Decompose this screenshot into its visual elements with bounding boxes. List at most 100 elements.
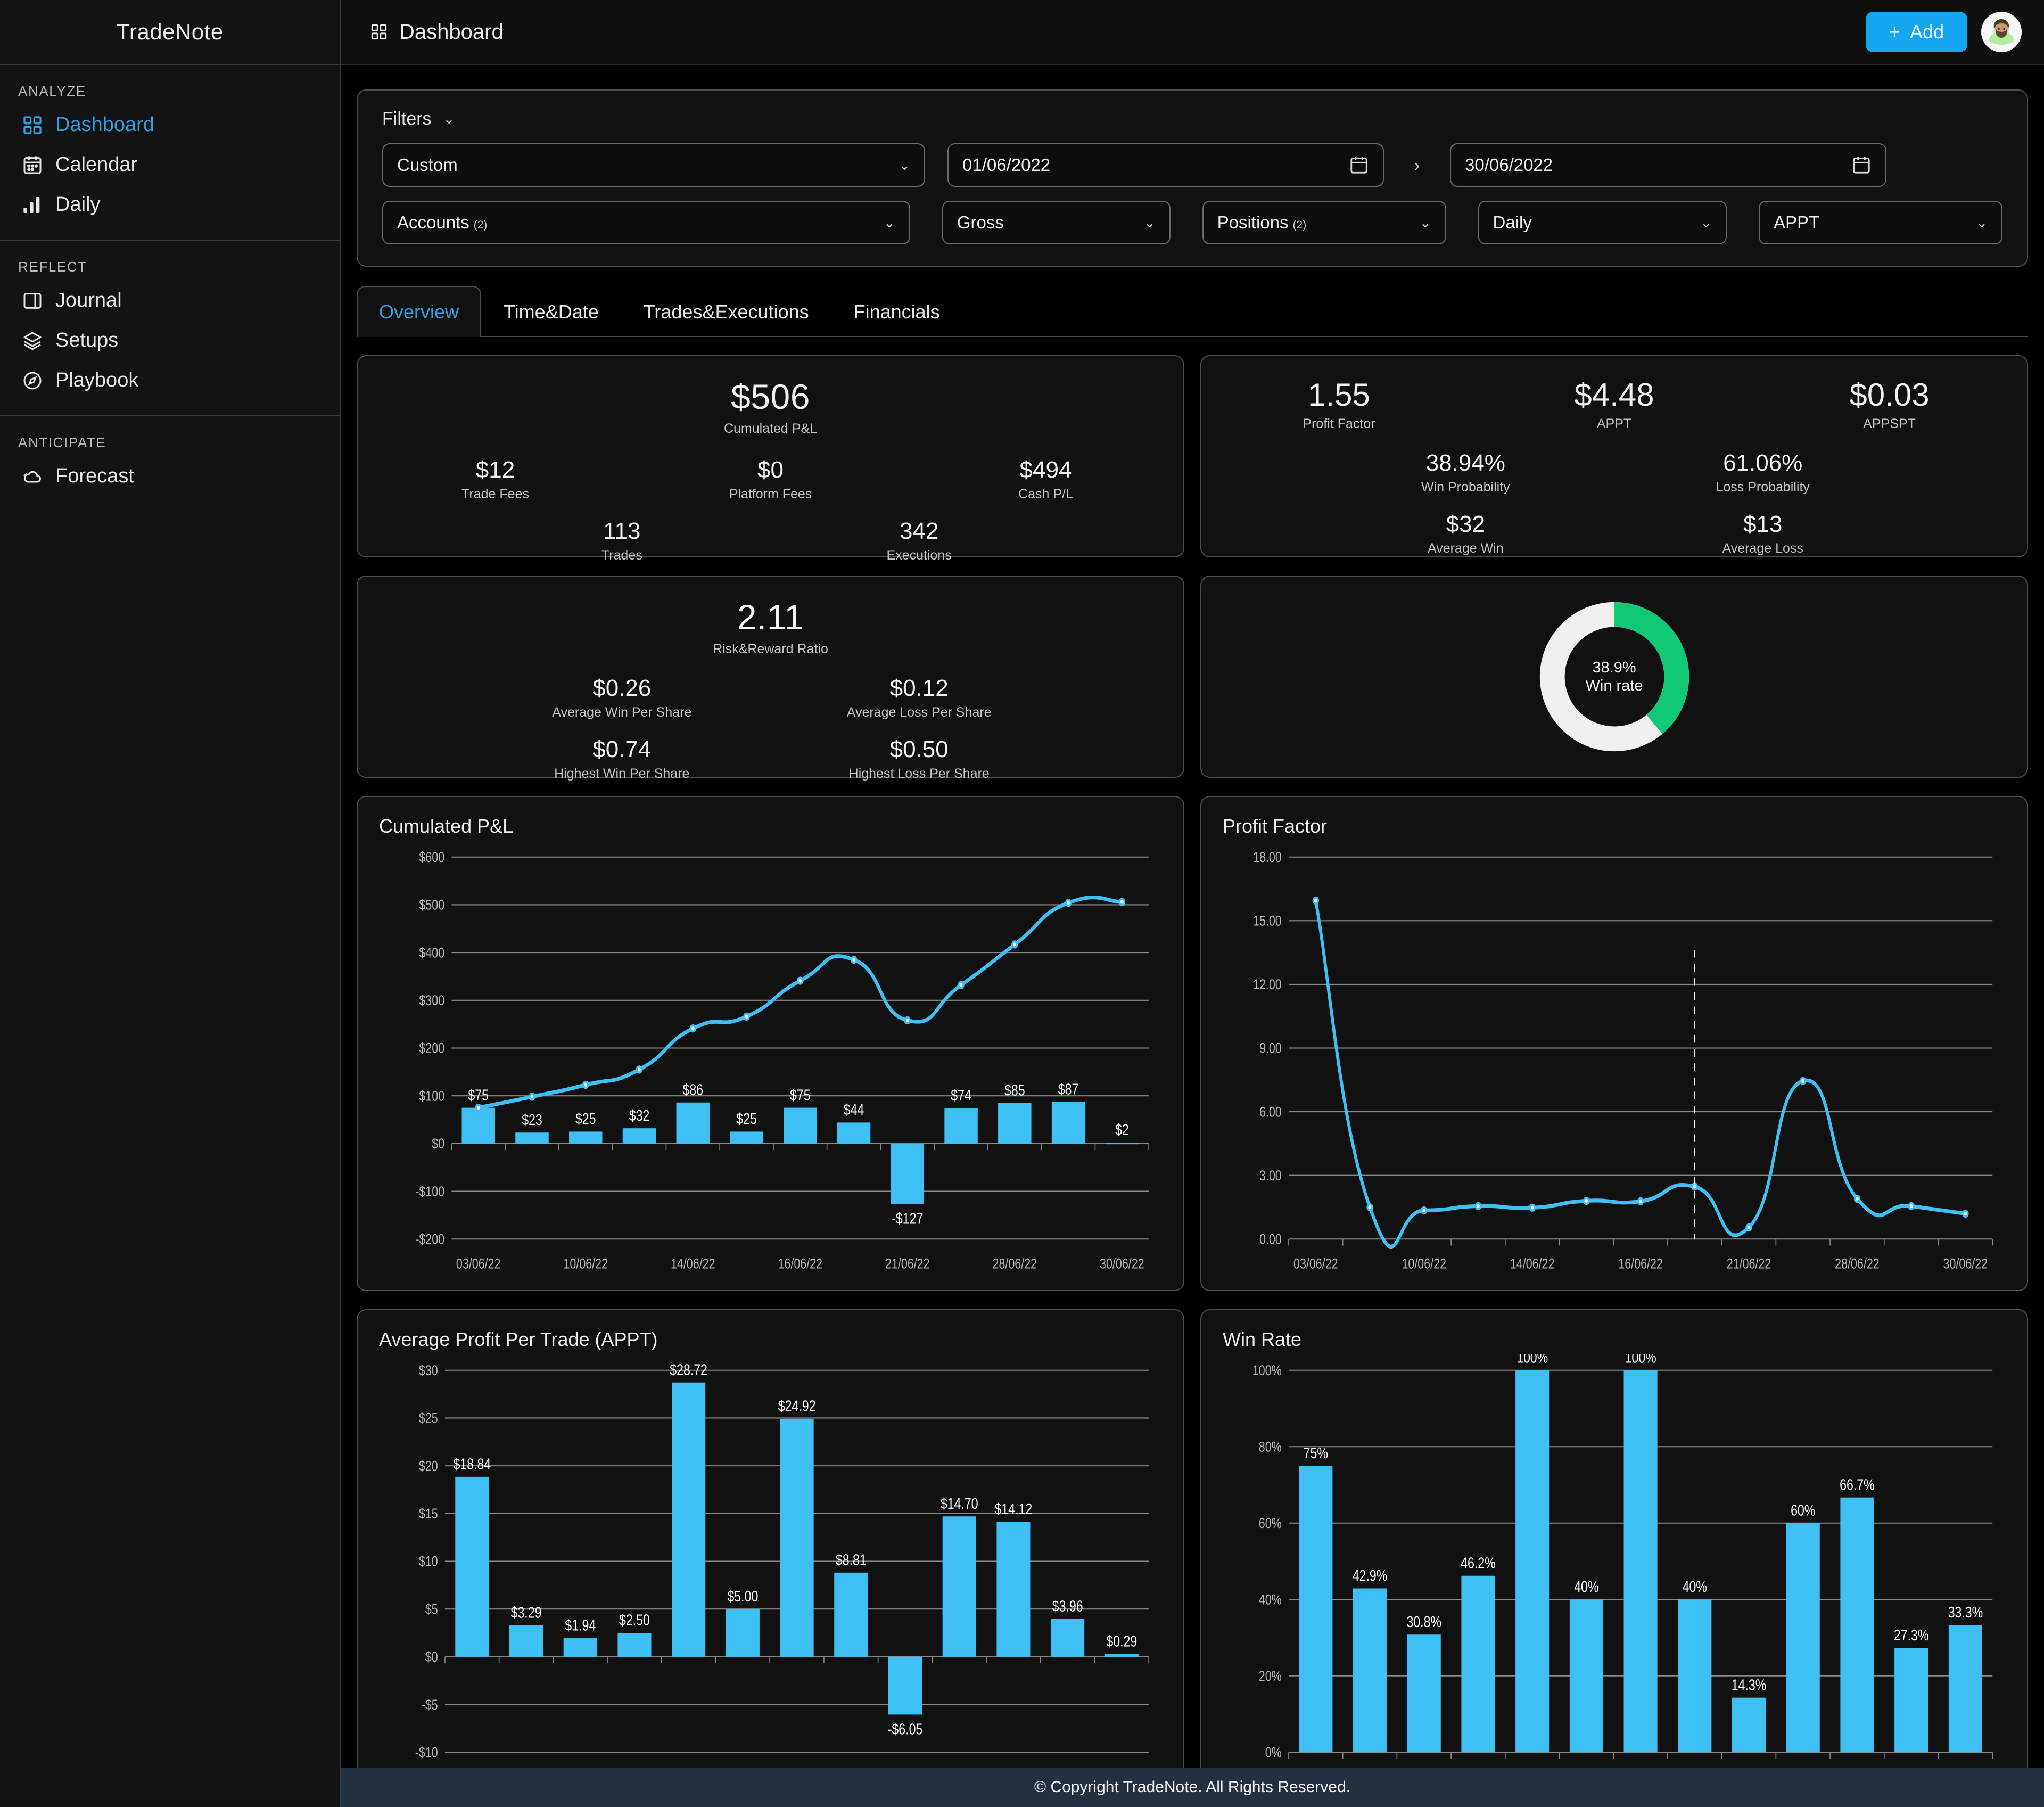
loss-probability-stat: 61.06% Loss Probability — [1614, 450, 1911, 495]
appspt-value: $0.03 — [1752, 376, 2027, 413]
footer-text: © Copyright TradeNote. All Rights Reserv… — [1034, 1778, 1350, 1796]
svg-text:14/06/22: 14/06/22 — [1510, 1256, 1555, 1272]
metric-select[interactable]: APPT ⌄ — [1759, 201, 2002, 244]
date-to-input[interactable]: 30/06/2022 — [1450, 143, 1886, 187]
trades-label: Trades — [473, 548, 770, 563]
svg-text:$32: $32 — [629, 1106, 650, 1124]
chart-plot-area[interactable]: 0%20%40%60%80%100%75%42.9%30.8%46.2%100%… — [1223, 1354, 2006, 1768]
brand-title: TradeNote — [0, 0, 340, 65]
bar-chart-icon — [21, 194, 44, 216]
tab-financials[interactable]: Financials — [831, 286, 962, 337]
svg-text:$86: $86 — [682, 1081, 703, 1098]
svg-text:$14.12: $14.12 — [995, 1500, 1033, 1518]
svg-text:40%: 40% — [1574, 1578, 1598, 1595]
page-title: Dashboard — [369, 20, 504, 44]
svg-text:46.2%: 46.2% — [1461, 1554, 1496, 1572]
executions-stat: 342 Executions — [771, 518, 1068, 563]
avg-loss-per-share-value: $0.12 — [771, 675, 1068, 702]
svg-text:$300: $300 — [419, 993, 444, 1009]
avg-row: $32 Average Win $13 Average Loss — [1201, 511, 2027, 556]
appspt-label: APPSPT — [1752, 416, 2027, 432]
stats-row-1: $506 Cumulated P&L $12 Trade Fees $0 Pla… — [357, 355, 2028, 557]
sidebar-item-forecast[interactable]: Forecast — [0, 456, 340, 496]
svg-text:14.3%: 14.3% — [1732, 1676, 1767, 1694]
svg-text:$15: $15 — [419, 1506, 438, 1522]
chevron-down-icon: ⌄ — [1144, 215, 1156, 231]
svg-text:-$6.05: -$6.05 — [888, 1720, 923, 1738]
nav-group-reflect: REFLECT Journal Setups — [0, 241, 340, 416]
filters-row-1: Custom ⌄ 01/06/2022 › 30/06/2022 — [382, 143, 2002, 187]
accounts-select[interactable]: Accounts (2) ⌄ — [382, 201, 910, 244]
avg-loss-per-share-stat: $0.12 Average Loss Per Share — [771, 675, 1068, 720]
svg-text:$25: $25 — [736, 1110, 757, 1128]
svg-text:42.9%: 42.9% — [1353, 1567, 1388, 1584]
avg-win-per-share-value: $0.26 — [473, 675, 770, 702]
svg-text:3.00: 3.00 — [1259, 1168, 1282, 1184]
tab-overview[interactable]: Overview — [357, 286, 481, 337]
svg-text:$400: $400 — [419, 945, 444, 961]
filters-panel: Filters ⌄ Custom ⌄ 01/06/2022 — [357, 89, 2028, 267]
svg-text:28/06/22: 28/06/22 — [1835, 1256, 1880, 1272]
sidebar-item-dashboard[interactable]: Dashboard — [0, 105, 340, 145]
win-probability-stat: 38.94% Win Probability — [1317, 450, 1614, 495]
svg-text:12.00: 12.00 — [1253, 977, 1282, 993]
date-preset-value: Custom — [397, 155, 458, 175]
grouping-select[interactable]: Daily ⌄ — [1478, 201, 1727, 244]
calendar-icon[interactable] — [1349, 155, 1369, 175]
loss-probability-label: Loss Probability — [1614, 480, 1911, 495]
positions-select[interactable]: Positions (2) ⌄ — [1202, 201, 1446, 244]
appt-value: $4.48 — [1477, 376, 1752, 413]
svg-text:$0: $0 — [432, 1136, 444, 1152]
sidebar-item-setups[interactable]: Setups — [0, 321, 340, 360]
svg-text:03/06/22: 03/06/22 — [456, 1256, 501, 1272]
svg-text:$5: $5 — [425, 1601, 438, 1617]
sidebar-item-journal[interactable]: Journal — [0, 281, 340, 321]
appt-stat: $4.48 APPT — [1477, 376, 1752, 432]
average-win-label: Average Win — [1317, 541, 1614, 556]
pnl-fees-row: $12 Trade Fees $0 Platform Fees $494 Cas… — [358, 457, 1183, 502]
avatar[interactable] — [1981, 12, 2022, 52]
chart-plot-area[interactable]: -$10-$5$0$5$10$15$20$25$30$18.84$3.29$1.… — [379, 1354, 1162, 1768]
filters-toggle[interactable]: Filters ⌄ — [382, 109, 2002, 129]
tab-trades-executions[interactable]: Trades&Executions — [621, 286, 831, 337]
sidebar-item-calendar[interactable]: Calendar — [0, 145, 340, 185]
gross-select[interactable]: Gross ⌄ — [942, 201, 1171, 244]
svg-text:-$127: -$127 — [892, 1210, 923, 1227]
svg-text:$24.92: $24.92 — [778, 1397, 816, 1415]
compass-icon — [21, 369, 44, 392]
svg-text:40%: 40% — [1259, 1592, 1282, 1608]
tab-time-date[interactable]: Time&Date — [481, 286, 621, 337]
add-button[interactable]: + Add — [1866, 12, 1967, 52]
svg-text:$200: $200 — [419, 1041, 444, 1057]
date-from-input[interactable]: 01/06/2022 — [947, 143, 1384, 187]
svg-text:$18.84: $18.84 — [453, 1455, 491, 1473]
chart-plot-area[interactable]: -$200-$100$0$100$200$300$400$500$600$75$… — [379, 841, 1162, 1277]
svg-text:10/06/22: 10/06/22 — [1402, 1256, 1446, 1272]
filters-row-2: Accounts (2) ⌄ Gross ⌄ Positions — [382, 201, 2002, 244]
nav-group-title: REFLECT — [0, 257, 340, 281]
plus-icon: + — [1889, 21, 1900, 43]
svg-text:-$200: -$200 — [415, 1231, 444, 1247]
cumulated-pnl-chart-card: Cumulated P&L -$200-$100$0$100$200$300$4… — [357, 796, 1184, 1291]
date-preset-select[interactable]: Custom ⌄ — [382, 143, 925, 187]
sidebar-item-label: Calendar — [55, 153, 137, 176]
nav-group-analyze: ANALYZE Dashboard Calendar — [0, 65, 340, 241]
svg-text:$0: $0 — [425, 1649, 438, 1665]
cumulated-pnl-card: $506 Cumulated P&L $12 Trade Fees $0 Pla… — [357, 355, 1184, 557]
svg-text:15.00: 15.00 — [1253, 913, 1282, 929]
risk-reward-main: 2.11 Risk&Reward Ratio — [358, 597, 1183, 657]
filters-label: Filters — [382, 109, 432, 129]
sidebar-item-playbook[interactable]: Playbook — [0, 360, 340, 400]
svg-text:$25: $25 — [419, 1411, 438, 1427]
svg-text:$44: $44 — [844, 1101, 864, 1119]
calendar-icon — [21, 154, 44, 176]
calendar-icon[interactable] — [1851, 155, 1872, 175]
svg-text:-$5: -$5 — [422, 1697, 438, 1713]
sidebar-item-daily[interactable]: Daily — [0, 185, 340, 225]
svg-text:33.3%: 33.3% — [1948, 1604, 1983, 1621]
cumulated-pnl-svg: -$200-$100$0$100$200$300$400$500$600$75$… — [379, 841, 1162, 1277]
chart-plot-area[interactable]: 0.003.006.009.0012.0015.0018.0003/06/221… — [1223, 841, 2006, 1277]
avg-loss-per-share-label: Average Loss Per Share — [771, 705, 1068, 720]
tab-bar: Overview Time&Date Trades&Executions Fin… — [357, 285, 2028, 337]
svg-text:$600: $600 — [419, 850, 444, 866]
